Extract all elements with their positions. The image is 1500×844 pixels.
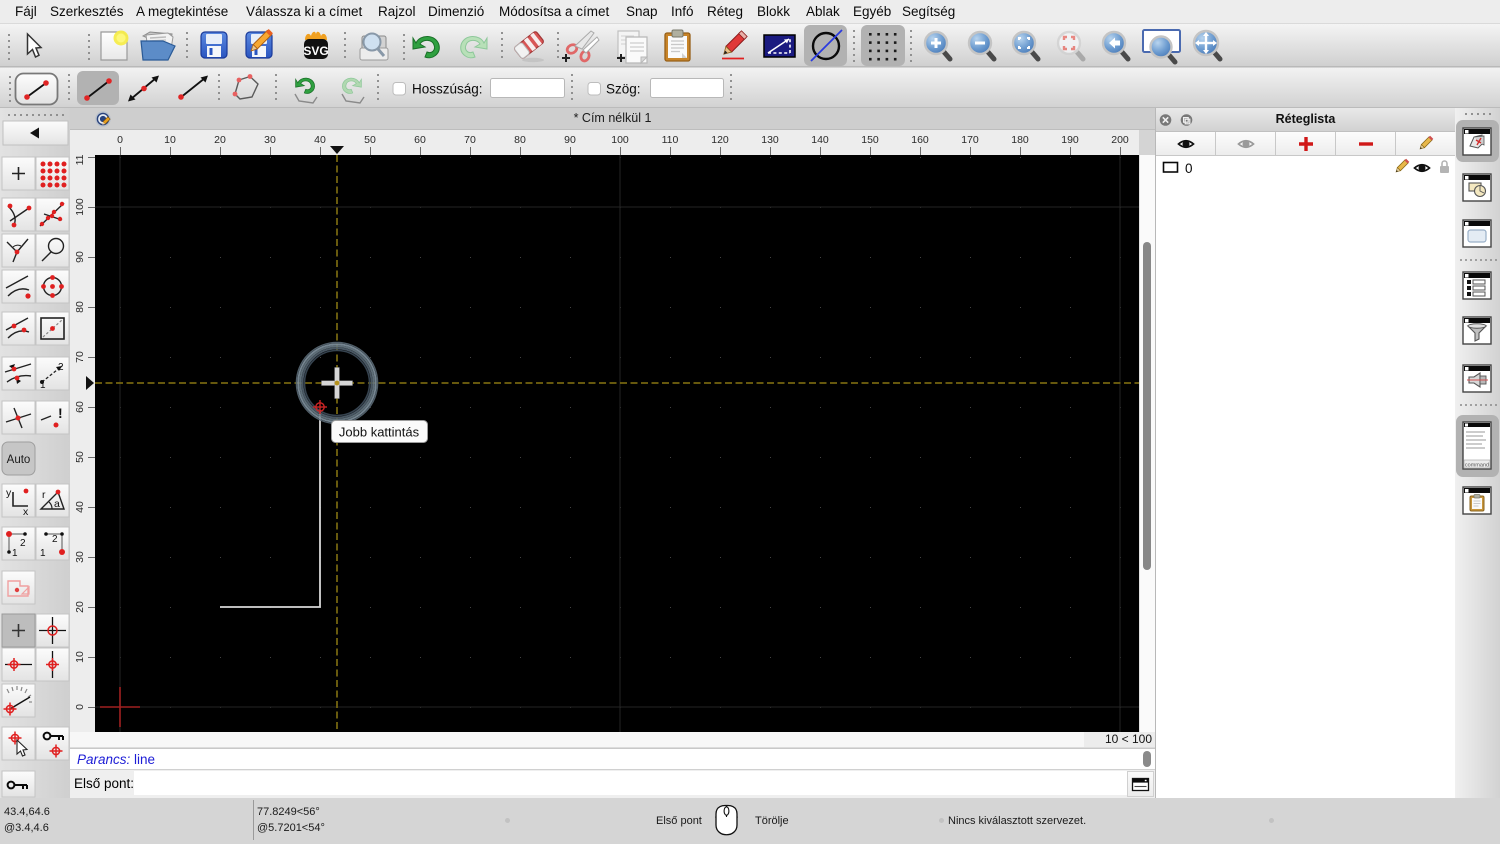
svg-text:60: 60 (74, 401, 86, 413)
svg-text:40: 40 (74, 501, 86, 513)
svg-text:20: 20 (74, 601, 86, 613)
svg-text:x: x (23, 506, 29, 518)
svg-text:0: 0 (117, 134, 123, 146)
svg-text:10: 10 (164, 134, 176, 146)
svg-text:Auto: Auto (7, 454, 31, 466)
svg-text:20: 20 (214, 134, 226, 146)
svg-text:110: 110 (662, 134, 679, 146)
svg-text:50: 50 (74, 451, 86, 463)
svg-text:40: 40 (314, 134, 326, 146)
svg-text:Hosszúság:: Hosszúság: (412, 82, 483, 97)
svg-text:a: a (54, 498, 60, 510)
svg-text:140: 140 (811, 134, 829, 146)
svg-text:200: 200 (1111, 134, 1129, 146)
svg-text:30: 30 (74, 551, 86, 563)
svg-text:110: 110 (74, 155, 86, 165)
svg-text:160: 160 (911, 134, 929, 146)
svg-text:190: 190 (1061, 134, 1079, 146)
svg-text:80: 80 (74, 301, 86, 313)
svg-text:Jobb kattintás: Jobb kattintás (339, 425, 420, 440)
svg-text:command: command (1465, 463, 1489, 469)
svg-text:r: r (42, 489, 46, 501)
svg-text:90: 90 (564, 134, 576, 146)
svg-text:SVG: SVG (303, 44, 328, 58)
svg-text:2: 2 (20, 538, 26, 549)
svg-text:100: 100 (74, 198, 86, 216)
svg-text:Szög:: Szög: (606, 82, 641, 97)
svg-text:10: 10 (74, 651, 86, 663)
svg-text:170: 170 (961, 134, 979, 146)
svg-text:150: 150 (861, 134, 879, 146)
svg-text:130: 130 (761, 134, 779, 146)
svg-text:0: 0 (1185, 161, 1193, 176)
svg-text:1: 1 (40, 548, 46, 559)
svg-text:180: 180 (1011, 134, 1029, 146)
svg-text:70: 70 (464, 134, 476, 146)
svg-text:2: 2 (58, 362, 64, 373)
svg-text:y: y (6, 487, 12, 499)
svg-text:0: 0 (74, 704, 86, 710)
svg-text:1: 1 (40, 380, 46, 391)
svg-text:80: 80 (514, 134, 526, 146)
svg-text:120: 120 (711, 134, 729, 146)
svg-text:60: 60 (414, 134, 426, 146)
svg-text:90: 90 (74, 251, 86, 263)
svg-text:30: 30 (264, 134, 276, 146)
svg-text:70: 70 (74, 351, 86, 363)
svg-text:!: ! (58, 405, 63, 421)
svg-text:100: 100 (611, 134, 629, 146)
svg-text:1: 1 (12, 548, 18, 559)
svg-text:2: 2 (52, 534, 58, 545)
svg-text:50: 50 (364, 134, 376, 146)
